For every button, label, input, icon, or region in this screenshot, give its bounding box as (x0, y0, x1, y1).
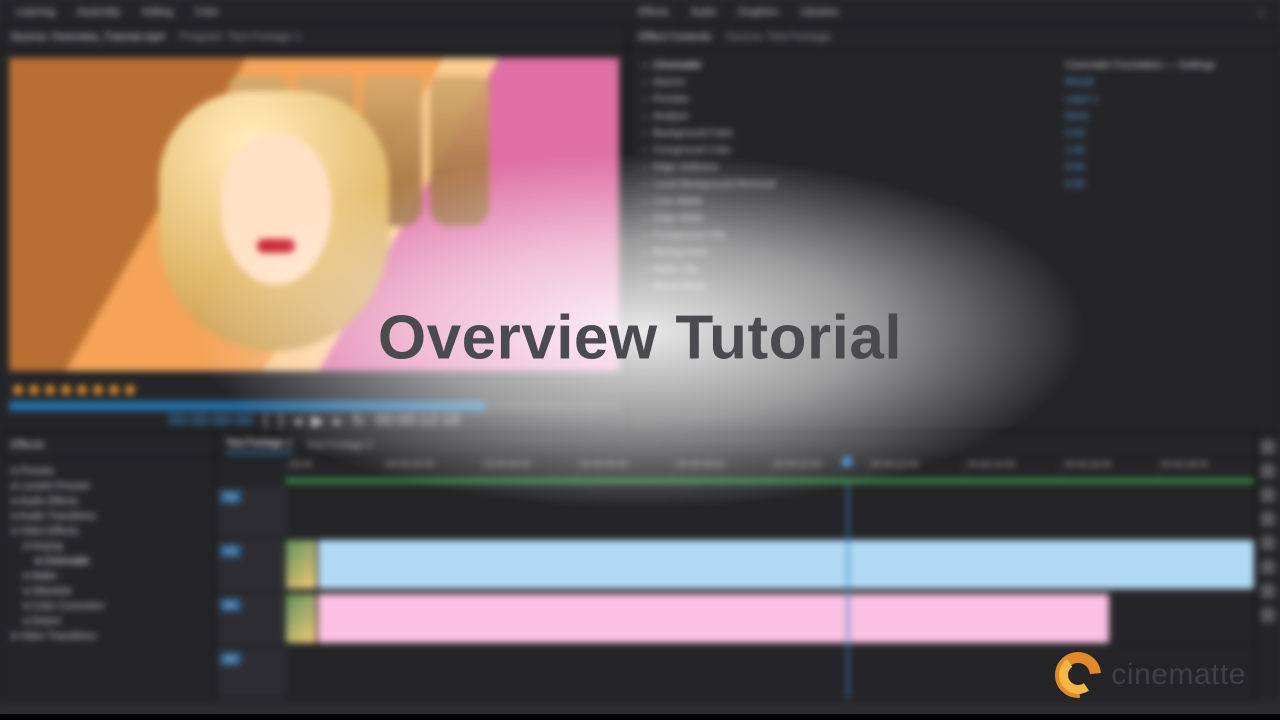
hand-tool-icon[interactable] (1261, 560, 1275, 574)
menu-item[interactable]: Editing (142, 7, 173, 18)
timecode: 00:00:12:18 (375, 412, 460, 430)
mark-out-icon[interactable]: } (278, 412, 283, 430)
monitor-transport: 00:00:00:00 { } ◂ ▶ ▸ ↻ 00:00:12:18 (1, 411, 627, 431)
effect-value[interactable]: Layer 1 (1065, 94, 1265, 105)
selection-tool-icon[interactable] (1261, 440, 1275, 454)
play-icon[interactable]: ▶ (311, 411, 323, 431)
effect-value[interactable]: 0.50 (1065, 128, 1265, 139)
panel-title: Effect Controls Source: Test Footage (629, 25, 1279, 50)
menu-item[interactable]: Audio (691, 7, 717, 18)
effect-param[interactable]: Edge Matte (643, 213, 1053, 224)
effect-value[interactable]: 0.00 (1065, 179, 1265, 190)
effects-bin-panel: Effects Presets Lumetri Presets Audio Ef… (0, 432, 215, 700)
menu-item[interactable]: Libraries (800, 7, 838, 18)
menu-item[interactable]: Learning (16, 7, 55, 18)
effect-value[interactable]: None (1065, 111, 1265, 122)
timecode: 00:00:00:00 (168, 412, 253, 430)
track-header-a1[interactable]: A1 (216, 591, 286, 645)
bin-item[interactable]: Distort (11, 616, 204, 627)
track-header-a2[interactable]: A2 (216, 645, 286, 699)
effect-param[interactable]: Background Color (643, 128, 1053, 139)
panel-title: Effects (1, 433, 214, 458)
effect-param[interactable]: Background (643, 247, 1053, 258)
loop-icon[interactable]: ↻ (352, 411, 365, 431)
effects-bin-list[interactable]: Presets Lumetri Presets Audio Effects Au… (1, 458, 214, 699)
zoom-tool-icon[interactable] (1261, 584, 1275, 598)
video-clip[interactable] (318, 540, 1254, 589)
panel-title: Source: Overview_Tutorial.mp4 Program: T… (1, 25, 627, 50)
program-monitor-panel: Source: Overview_Tutorial.mp4 Program: T… (0, 24, 628, 432)
effect-values-column: Cinematte Foundation — Settings Result L… (1065, 60, 1265, 421)
effect-param[interactable]: Edge Softness (643, 162, 1053, 173)
type-tool-icon[interactable] (1261, 608, 1275, 622)
effect-param[interactable]: Blend Mode (643, 281, 1053, 292)
effect-param[interactable]: Core Matte (643, 196, 1053, 207)
step-fwd-icon[interactable]: ▸ (334, 411, 342, 431)
effect-params-tree[interactable]: Cinematte Source Preview Analyze Backgro… (643, 60, 1053, 421)
effect-param[interactable]: Local Background Removal (643, 179, 1053, 190)
timeline-toolbar (1255, 432, 1280, 700)
menu-item[interactable]: Assembly (77, 7, 120, 18)
effect-param[interactable]: Analyze (643, 111, 1053, 122)
playhead-icon[interactable] (842, 457, 852, 467)
bin-item[interactable]: Lumetri Presets (11, 481, 204, 492)
bin-item[interactable]: Keying (11, 541, 204, 552)
effect-value[interactable]: 0.00 (1065, 162, 1265, 173)
pen-tool-icon[interactable] (1261, 536, 1275, 550)
monitor-scrubber[interactable] (9, 401, 619, 411)
timeline-ruler[interactable]: 00:00 00:00:02:00 00:00:04:00 00:00:06:0… (286, 459, 1254, 483)
menu-item[interactable]: Effects (638, 7, 668, 18)
program-monitor-viewport[interactable] (9, 58, 619, 371)
video-clip[interactable] (318, 594, 1109, 643)
bin-item[interactable]: Presets (11, 466, 204, 477)
bin-item[interactable]: Video Transitions (11, 631, 204, 642)
track-headers: V2 V1 A1 A2 (216, 483, 286, 699)
timeline-panel: Test Footage 1 Test Footage 2 00:00 00:0… (215, 432, 1255, 700)
effect-param[interactable]: Source (643, 77, 1053, 88)
menu-item[interactable]: Graphics (738, 7, 778, 18)
bin-item[interactable]: Obsolete (11, 586, 204, 597)
clip-thumbnail[interactable] (286, 594, 316, 643)
ripple-tool-icon[interactable] (1261, 464, 1275, 478)
step-back-icon[interactable]: ◂ (293, 411, 301, 431)
workspace-menubar: Learning Assembly Editing Color Effects … (0, 0, 1280, 24)
razor-tool-icon[interactable] (1261, 488, 1275, 502)
clip-thumbnail[interactable] (286, 540, 316, 589)
effect-value[interactable]: 1.00 (1065, 145, 1265, 156)
effect-controls-panel: Effect Controls Source: Test Footage Cin… (628, 24, 1280, 432)
effect-value[interactable]: Result (1065, 77, 1265, 88)
effect-param[interactable]: Foreground HSL (643, 230, 1053, 241)
slip-tool-icon[interactable] (1261, 512, 1275, 526)
effect-param[interactable]: Foreground Color (643, 145, 1053, 156)
bin-item[interactable]: Matte (11, 571, 204, 582)
effect-param[interactable]: Preview (643, 94, 1053, 105)
video-editor-app: Learning Assembly Editing Color Effects … (0, 0, 1280, 720)
bin-item-selected[interactable]: Cinematte (11, 556, 204, 567)
effect-group[interactable]: Cinematte (643, 60, 1053, 71)
bin-item[interactable]: Audio Transitions (11, 511, 204, 522)
bin-item[interactable]: Audio Effects (11, 496, 204, 507)
timeline-tab-active[interactable]: Test Footage 1 (226, 438, 292, 454)
track-header-v2[interactable]: V2 (216, 483, 286, 537)
audio-meter-dots (1, 379, 627, 401)
track-header-v1[interactable]: V1 (216, 537, 286, 591)
bin-item[interactable]: Video Effects (11, 526, 204, 537)
timeline-tabs: Test Footage 1 Test Footage 2 (216, 433, 1254, 459)
effect-param[interactable]: Matte Clip (643, 264, 1053, 275)
timeline-lanes[interactable] (286, 483, 1254, 699)
menu-item[interactable]: Color (195, 7, 219, 18)
search-icon[interactable]: ⌕ (1258, 7, 1264, 18)
timeline-tab[interactable]: Test Footage 2 (306, 440, 372, 451)
effect-values-header: Cinematte Foundation — Settings (1065, 60, 1265, 71)
bin-item[interactable]: Color Correction (11, 601, 204, 612)
mark-in-icon[interactable]: { (263, 412, 268, 430)
playhead-line[interactable] (847, 483, 849, 699)
